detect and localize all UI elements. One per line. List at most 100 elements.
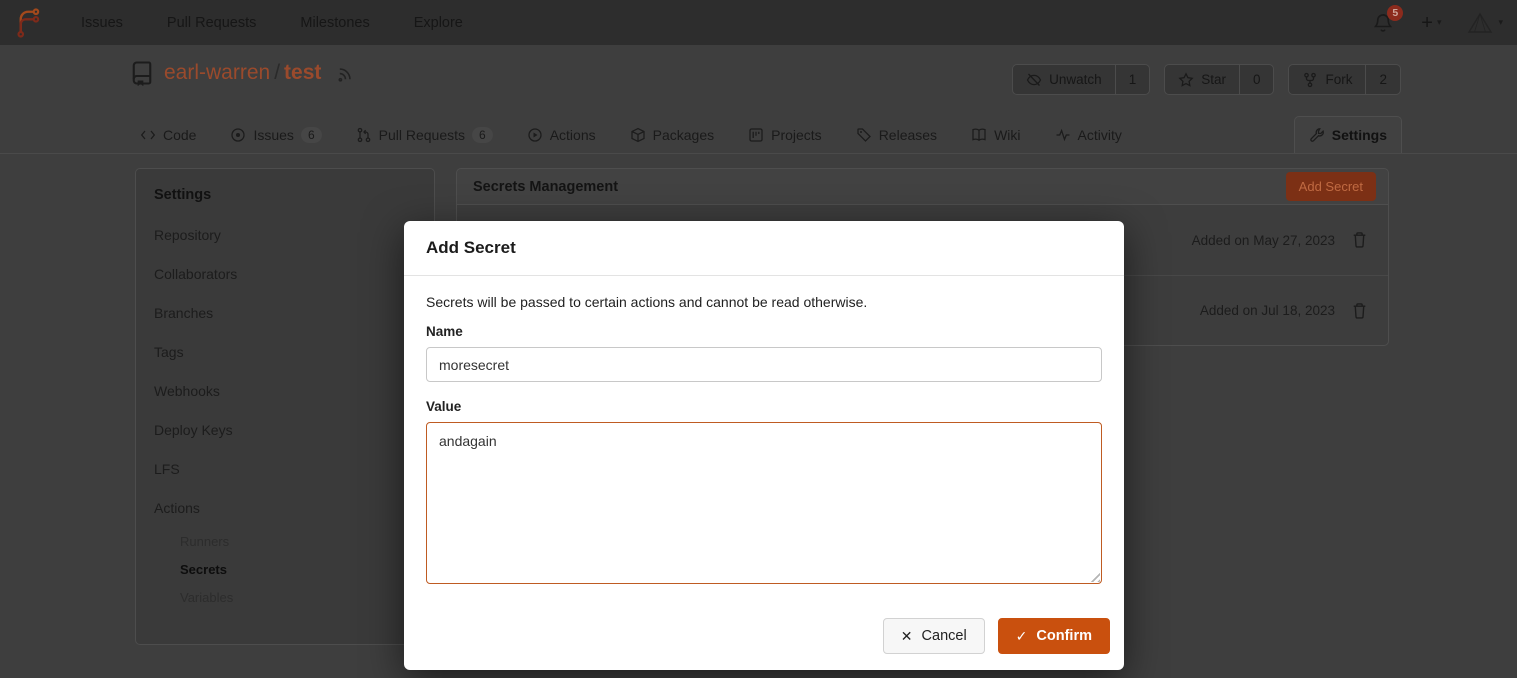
name-field-label: Name [426, 324, 1102, 339]
secrets-panel-header: Secrets Management Add Secret [456, 168, 1389, 205]
secret-value-textarea[interactable]: andagain [426, 422, 1102, 584]
tab-label: Wiki [994, 127, 1020, 143]
confirm-button[interactable]: ✓ Confirm [998, 618, 1110, 654]
sidebar-title: Settings [136, 175, 434, 215]
tab-packages[interactable]: Packages [620, 117, 724, 153]
tab-label: Projects [771, 127, 822, 143]
notification-count-badge: 5 [1387, 5, 1403, 21]
repo-owner-link[interactable]: earl-warren [164, 61, 270, 84]
tab-label: Code [163, 127, 196, 143]
tab-wiki[interactable]: Wiki [961, 117, 1030, 153]
screen: Issues Pull Requests Milestones Explore … [0, 0, 1517, 678]
unwatch-button[interactable]: Unwatch [1013, 65, 1115, 94]
modal-title: Add Secret [426, 238, 516, 257]
nav-link-pull-requests[interactable]: Pull Requests [167, 15, 256, 31]
repo-header: earl-warren/test [130, 60, 355, 86]
pull-requests-count-badge: 6 [472, 127, 493, 143]
navbar-right: 5 + ▾ ▾ [1373, 11, 1503, 35]
tab-settings[interactable]: Settings [1294, 116, 1402, 153]
nav-link-issues[interactable]: Issues [81, 15, 123, 31]
git-pull-request-icon [356, 127, 372, 143]
sidebar-item-label: Branches [154, 305, 213, 321]
create-new-button[interactable]: + ▾ [1421, 13, 1441, 33]
repo-tab-bar: Code Issues 6 Pull Requests 6 Actions Pa… [0, 112, 1517, 154]
tab-pull-requests[interactable]: Pull Requests 6 [346, 117, 503, 153]
tab-label: Settings [1332, 127, 1387, 143]
check-icon: ✓ [1016, 629, 1028, 643]
fork-label: Fork [1325, 72, 1352, 87]
secret-name-input[interactable] [426, 347, 1102, 382]
sidebar-item-label: Deploy Keys [154, 422, 233, 438]
caret-down-icon: ▾ [1498, 17, 1503, 28]
sidebar-item-repository[interactable]: Repository [136, 215, 434, 254]
tab-label: Actions [550, 127, 596, 143]
tab-code[interactable]: Code [130, 117, 206, 153]
caret-down-icon: ▾ [1437, 17, 1442, 28]
settings-tools-icon [1309, 127, 1325, 143]
sidebar-subitem-secrets[interactable]: Secrets [136, 555, 434, 583]
secret-added-date: Added on May 27, 2023 [1192, 233, 1335, 248]
star-label: Star [1201, 72, 1226, 87]
forgejo-logo-icon [14, 7, 41, 39]
project-board-icon [748, 127, 764, 143]
trash-icon[interactable] [1351, 231, 1368, 249]
tab-actions[interactable]: Actions [517, 117, 606, 153]
sidebar-subitem-variables[interactable]: Variables [136, 583, 434, 611]
sidebar-item-actions[interactable]: Actions ▾ [136, 488, 434, 527]
modal-description: Secrets will be passed to certain action… [426, 294, 1102, 310]
sidebar-item-tags[interactable]: Tags [136, 332, 434, 371]
tab-issues[interactable]: Issues 6 [220, 117, 331, 153]
user-menu-button[interactable]: ▾ [1467, 11, 1503, 35]
sidebar-item-label: Repository [154, 227, 221, 243]
tab-label: Releases [879, 127, 937, 143]
nav-link-milestones[interactable]: Milestones [300, 15, 369, 31]
add-secret-button[interactable]: Add Secret [1286, 172, 1376, 201]
eye-slash-icon [1026, 72, 1042, 88]
issue-opened-icon [230, 127, 246, 143]
watchers-count[interactable]: 1 [1115, 65, 1150, 94]
value-field-wrapper: andagain [426, 422, 1102, 584]
package-icon [630, 127, 646, 143]
forgejo-logo[interactable] [14, 7, 41, 39]
tab-activity[interactable]: Activity [1045, 117, 1132, 153]
cancel-button[interactable]: ✕ Cancel [883, 618, 985, 654]
rss-icon[interactable] [337, 64, 355, 82]
sidebar-item-collaborators[interactable]: Collaborators [136, 254, 434, 293]
nav-link-explore[interactable]: Explore [414, 15, 463, 31]
star-button[interactable]: Star [1165, 65, 1239, 94]
cancel-button-label: Cancel [922, 628, 967, 644]
nav-links: Issues Pull Requests Milestones Explore [81, 15, 463, 31]
stars-count[interactable]: 0 [1239, 65, 1274, 94]
tab-projects[interactable]: Projects [738, 117, 832, 153]
notifications-button[interactable]: 5 [1373, 12, 1395, 34]
modal-footer: ✕ Cancel ✓ Confirm [404, 618, 1124, 670]
avatar-triangle-icon [1467, 11, 1493, 35]
sidebar-item-deploy-keys[interactable]: Deploy Keys [136, 410, 434, 449]
repo-name-link[interactable]: test [284, 61, 321, 84]
fork-icon [1302, 72, 1318, 88]
sidebar-item-label: Actions [154, 500, 200, 516]
issues-count-badge: 6 [301, 127, 322, 143]
tag-icon [856, 127, 872, 143]
fork-button-group: Fork 2 [1288, 64, 1401, 95]
tab-label: Activity [1078, 127, 1122, 143]
sidebar-item-webhooks[interactable]: Webhooks [136, 371, 434, 410]
code-icon [140, 127, 156, 143]
add-secret-modal: Add Secret Secrets will be passed to cer… [404, 221, 1124, 670]
fork-button[interactable]: Fork [1289, 65, 1365, 94]
forks-count[interactable]: 2 [1365, 65, 1400, 94]
sidebar-subitem-runners[interactable]: Runners [136, 527, 434, 555]
trash-icon[interactable] [1351, 302, 1368, 320]
tab-label: Issues [253, 127, 293, 143]
sidebar-item-branches[interactable]: Branches [136, 293, 434, 332]
sidebar-item-label: Tags [154, 344, 184, 360]
repo-action-buttons: Unwatch 1 Star 0 Fork 2 [1012, 64, 1401, 95]
tab-releases[interactable]: Releases [846, 117, 947, 153]
sidebar-item-lfs[interactable]: LFS [136, 449, 434, 488]
close-icon: ✕ [901, 629, 913, 643]
tab-label: Packages [653, 127, 714, 143]
secrets-panel-title: Secrets Management [473, 179, 618, 195]
confirm-button-label: Confirm [1036, 628, 1092, 644]
repository-icon [130, 60, 154, 86]
plus-icon: + [1421, 13, 1433, 33]
